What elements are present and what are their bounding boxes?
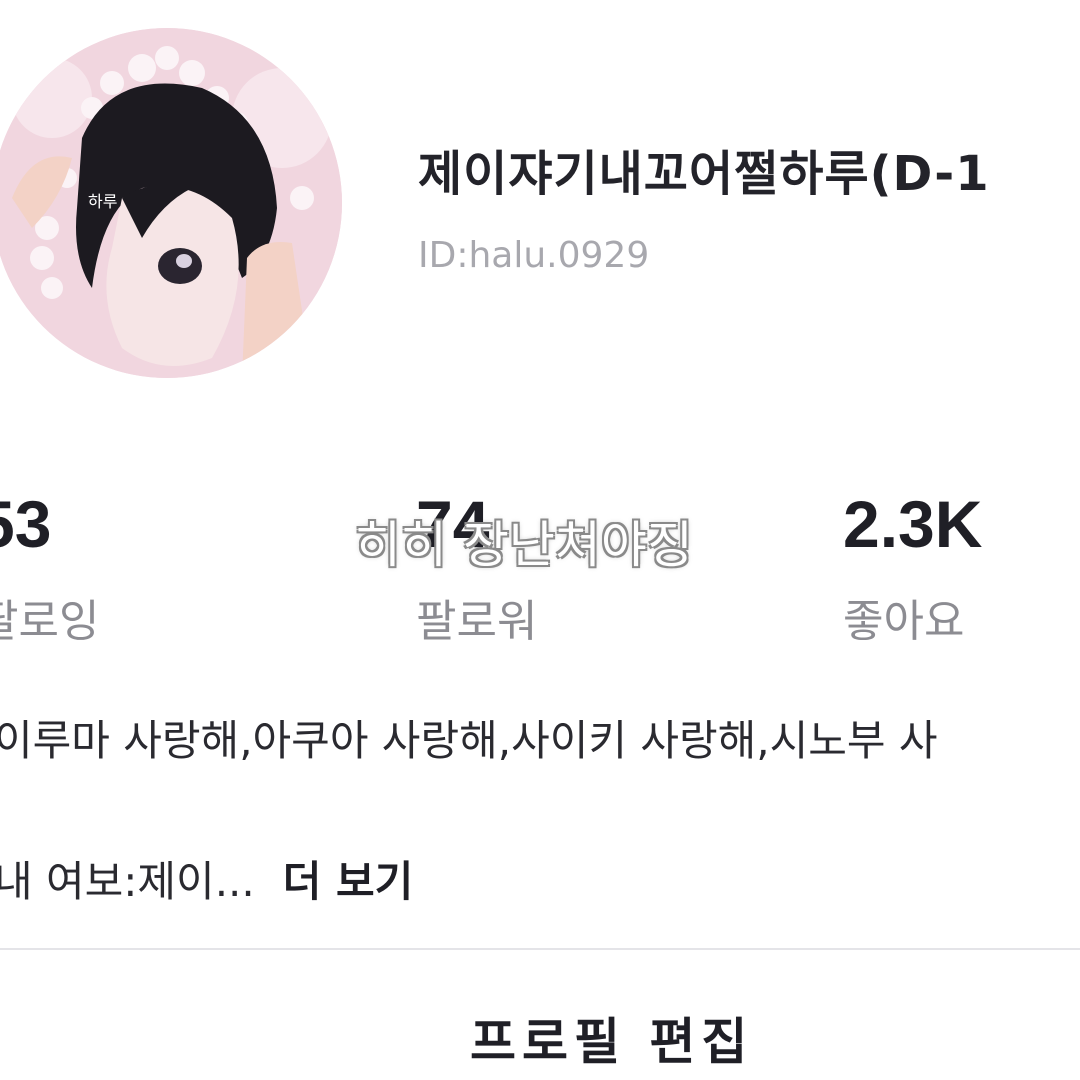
avatar-illustration xyxy=(0,28,342,378)
see-more-link[interactable]: 더 보기 xyxy=(283,857,414,906)
display-name: 제이쟈기내꼬어쩔하루(D-1 xyxy=(418,146,990,202)
profile-avatar[interactable]: 하루 xyxy=(0,28,342,378)
user-id: ID:halu.0929 xyxy=(418,235,650,276)
likes-label: 좋아요 xyxy=(843,596,965,647)
bio-text: 내 여보:제이... xyxy=(0,857,255,906)
bio-line-1: 이루마 사랑해,아쿠아 사랑해,사이키 사랑해,시노부 사 xyxy=(0,716,938,765)
edit-profile-label[interactable]: 프로필 편집 xyxy=(470,1002,753,1074)
following-count[interactable]: 53 xyxy=(0,486,51,562)
avatar-caption: 하루 xyxy=(88,192,118,211)
likes-count: 2.3K xyxy=(843,487,983,561)
bio-line-2: 내 여보:제이... 더 보기 xyxy=(0,848,413,909)
followers-label[interactable]: 팔로워 xyxy=(416,585,537,649)
overlay-caption: 히히 장난쳐야징 xyxy=(355,516,693,574)
following-label[interactable]: 팔로잉 xyxy=(0,585,99,649)
